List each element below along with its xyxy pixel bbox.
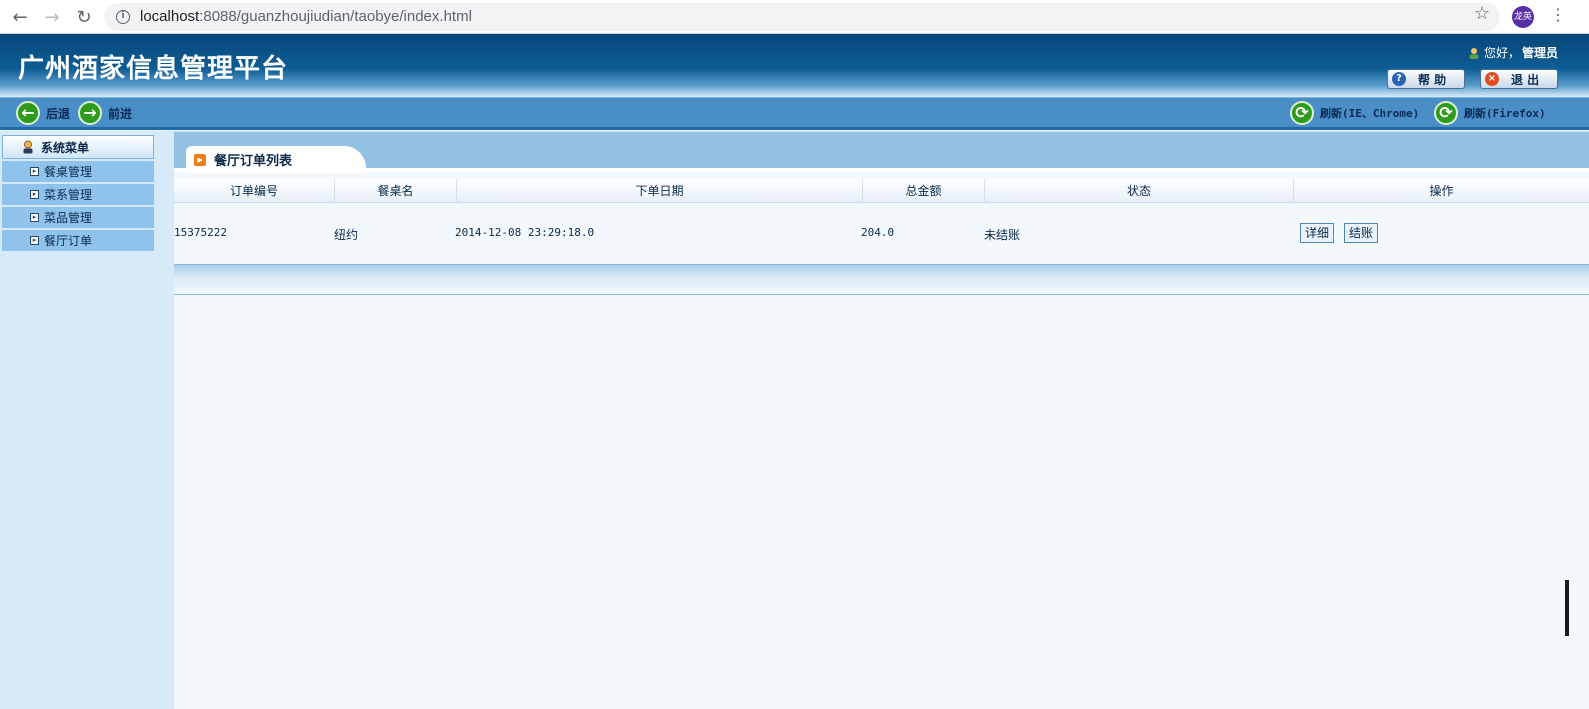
- scrollbar[interactable]: [1565, 580, 1569, 636]
- sidebar: 系统菜单 ▸ 餐桌管理 ▸ 菜系管理 ▸ 菜品管理 ▸ 餐厅订单: [0, 131, 174, 709]
- expand-icon: ▸: [30, 213, 39, 222]
- refresh-ie-button[interactable]: ⟳ 刷新(IE、Chrome): [1290, 101, 1419, 125]
- expand-icon: ▸: [30, 167, 39, 176]
- address-bar[interactable]: i localhost:8088/guanzhoujiudian/taobye/…: [104, 3, 1500, 31]
- sidebar-item-cuisines[interactable]: ▸ 菜系管理: [2, 184, 154, 206]
- app-title: 广州酒家信息管理平台: [18, 54, 289, 84]
- menu-kebab-icon[interactable]: ⋮: [1550, 5, 1566, 24]
- back-button[interactable]: ← 后退: [16, 101, 70, 125]
- sidebar-item-dishes[interactable]: ▸ 菜品管理: [2, 207, 154, 229]
- user-icon: [1469, 47, 1479, 59]
- reload-icon[interactable]: ↻: [72, 5, 96, 29]
- app-header: 广州酒家信息管理平台 您好， 管理员 ? 帮 助 × 退 出: [0, 34, 1589, 97]
- refresh-firefox-label: 刷新(Firefox): [1464, 107, 1546, 120]
- url-text[interactable]: localhost:8088/guanzhoujiudian/taobye/in…: [140, 8, 472, 25]
- greeting-text: 您好，: [1483, 46, 1520, 60]
- refresh-icon: ⟳: [1434, 101, 1458, 125]
- sidebar-item-tables[interactable]: ▸ 餐桌管理: [2, 161, 154, 183]
- forward-button[interactable]: → 前进: [78, 101, 132, 125]
- user-greeting: 您好， 管理员: [1468, 44, 1558, 61]
- toolbar: ← 后退 → 前进 ⟳ 刷新(IE、Chrome) ⟳ 刷新(Firefox): [0, 97, 1589, 130]
- play-icon: ▶: [194, 153, 206, 166]
- expand-icon: ▸: [30, 236, 39, 245]
- tab-title: 餐厅订单列表: [214, 154, 293, 169]
- arrow-right-icon: →: [78, 101, 102, 125]
- detail-button[interactable]: 详细: [1300, 223, 1335, 243]
- refresh-firefox-button[interactable]: ⟳ 刷新(Firefox): [1434, 101, 1546, 125]
- question-icon: ?: [1392, 72, 1406, 86]
- sidebar-title: 系统菜单: [41, 140, 90, 155]
- sidebar-item-label: 菜品管理: [44, 211, 93, 225]
- sidebar-item-label: 餐厅订单: [44, 234, 93, 248]
- sidebar-header[interactable]: 系统菜单: [2, 135, 154, 159]
- order-id-cell: 15375222: [174, 226, 227, 239]
- back-label: 后退: [46, 106, 71, 121]
- sidebar-item-label: 餐桌管理: [44, 165, 93, 179]
- order-date-cell: 2014-12-08 23:29:18.0: [455, 226, 595, 239]
- amount-cell: 204.0: [861, 226, 895, 239]
- tab-strip: ▶ 餐厅订单列表: [174, 131, 1589, 173]
- profile-avatar[interactable]: 龙英: [1512, 6, 1534, 28]
- table-row: 15375222 纽约 2014-12-08 23:29:18.0 204.0 …: [174, 204, 1589, 264]
- column-header-status[interactable]: 状态: [985, 179, 1294, 203]
- arrow-left-icon: ←: [16, 101, 40, 125]
- status-cell: 未结账: [984, 228, 1021, 242]
- refresh-ie-label: 刷新(IE、Chrome): [1320, 107, 1420, 120]
- help-label: 帮 助: [1418, 72, 1447, 87]
- close-icon: ×: [1485, 72, 1499, 86]
- exit-label: 退 出: [1511, 72, 1540, 87]
- bookmark-star-icon[interactable]: ☆: [1474, 3, 1490, 24]
- column-header-table[interactable]: 餐桌名: [335, 179, 457, 203]
- sidebar-item-label: 菜系管理: [44, 188, 93, 202]
- sidebar-item-orders[interactable]: ▸ 餐厅订单: [2, 230, 154, 252]
- browser-chrome: ← → ↻ i localhost:8088/guanzhoujiudian/t…: [0, 0, 1589, 34]
- tab-order-list[interactable]: ▶ 餐厅订单列表: [186, 146, 366, 173]
- forward-label: 前进: [108, 106, 133, 121]
- column-header-order-id[interactable]: 订单编号: [174, 179, 335, 203]
- expand-icon: ▸: [30, 190, 39, 199]
- table-name-cell: 纽约: [334, 228, 359, 242]
- username: 管理员: [1521, 46, 1558, 60]
- column-header-date[interactable]: 下单日期: [457, 179, 863, 203]
- forward-arrow-icon[interactable]: →: [40, 5, 64, 29]
- checkout-button[interactable]: 结账: [1344, 223, 1379, 243]
- info-icon[interactable]: i: [116, 10, 130, 24]
- exit-button[interactable]: × 退 出: [1480, 69, 1558, 89]
- help-button[interactable]: ? 帮 助: [1387, 69, 1465, 89]
- column-header-actions[interactable]: 操作: [1294, 179, 1589, 203]
- table-header: 订单编号 餐桌名 下单日期 总金额 状态 操作: [174, 179, 1589, 203]
- back-arrow-icon[interactable]: ←: [8, 5, 32, 29]
- user-menu-icon: [23, 140, 33, 154]
- column-header-amount[interactable]: 总金额: [863, 179, 985, 203]
- main-content: ▶ 餐厅订单列表 订单编号 餐桌名 下单日期 总金额 状态 操作 1537522…: [174, 131, 1589, 709]
- table-footer-bar: [174, 264, 1589, 295]
- refresh-icon: ⟳: [1290, 101, 1314, 125]
